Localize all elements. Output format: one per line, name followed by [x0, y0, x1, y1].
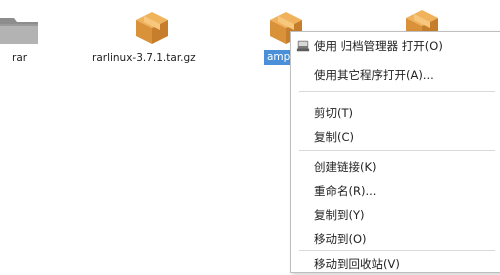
menu-item-create-link[interactable]: 创建链接(K) — [291, 156, 500, 178]
menu-item-label: 使用其它程序打开(A)... — [314, 68, 434, 82]
menu-item-label: 复制到(Y) — [314, 208, 365, 222]
file-item-right[interactable] — [400, 0, 444, 42]
menu-item-open-with-other[interactable]: 使用其它程序打开(A)... — [291, 64, 500, 86]
file-label: rar — [12, 52, 28, 64]
menu-item-cut[interactable]: 剪切(T) — [291, 102, 500, 124]
menu-item-label: 复制(C) — [314, 130, 355, 144]
menu-item-copy[interactable]: 复制(C) — [291, 126, 500, 148]
menu-item-rename[interactable]: 重命名(R)... — [291, 180, 500, 202]
menu-item-label: 重命名(R)... — [314, 184, 377, 198]
menu-item-label: 剪切(T) — [314, 106, 353, 120]
menu-item-copy-to[interactable]: 复制到(Y) — [291, 204, 500, 226]
menu-item-label: 移动到回收站(V) — [314, 257, 400, 271]
selected-file-label: amp — [264, 50, 294, 65]
menu-item-label: 移动到(O) — [314, 232, 367, 246]
file-manager-desktop: rar rarlinux-3.7.1.tar.gz amp 使用 归档管理器 打… — [0, 0, 500, 273]
menu-separator — [299, 150, 495, 151]
menu-item-open-with-archive-manager[interactable]: 使用 归档管理器 打开(O) — [291, 35, 500, 57]
folder-icon — [0, 18, 38, 44]
menu-separator — [299, 91, 495, 92]
file-context-menu: 使用 归档管理器 打开(O) 使用其它程序打开(A)... 剪切(T) 复制(C… — [290, 31, 500, 273]
menu-separator — [299, 250, 495, 251]
file-label: rarlinux-3.7.1.tar.gz — [92, 52, 196, 64]
menu-item-move-to[interactable]: 移动到(O) — [291, 228, 500, 250]
menu-item-label: 使用 归档管理器 打开(O) — [314, 39, 443, 53]
file-item-rarlinux[interactable]: rarlinux-3.7.1.tar.gz — [80, 0, 220, 70]
menu-item-label: 创建链接(K) — [314, 160, 377, 174]
menu-item-move-to-trash[interactable]: 移动到回收站(V) — [291, 253, 500, 275]
file-item-rar[interactable]: rar — [0, 0, 44, 70]
archive-manager-icon — [296, 40, 310, 52]
archive-package-icon — [136, 12, 168, 44]
